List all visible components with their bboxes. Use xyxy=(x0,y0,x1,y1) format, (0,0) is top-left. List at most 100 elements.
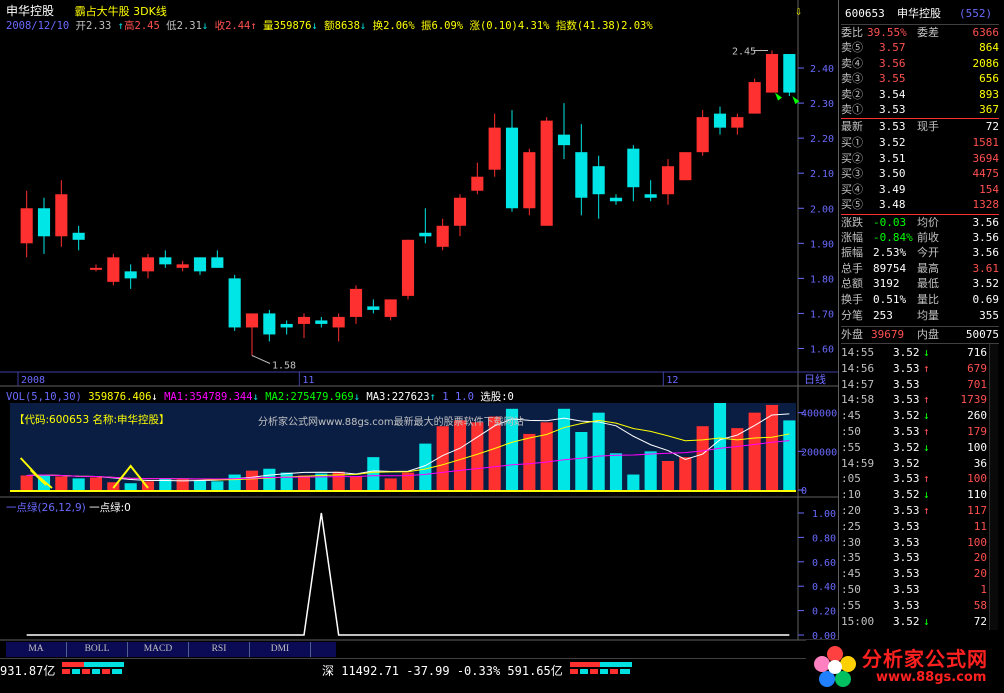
tick-row[interactable]: :50 3.53 ↑ 179 xyxy=(841,424,989,440)
price-tick-label: 2.20 xyxy=(810,134,834,145)
stat-label: 前收 xyxy=(917,230,939,244)
tick-row[interactable]: :45 3.52 ↓ 260 xyxy=(841,408,989,424)
tick-time: :20 xyxy=(841,504,861,517)
tab-boll[interactable]: BOLL xyxy=(67,642,128,657)
weibi-value: 39.55% xyxy=(867,26,907,39)
tick-row[interactable]: :55 3.52 ↓ 100 xyxy=(841,440,989,456)
tick-row[interactable]: :35 3.53 20 xyxy=(841,550,989,566)
volume-bar xyxy=(211,481,224,490)
buy-label: 买③ xyxy=(841,167,863,181)
stat-label: 分笔 xyxy=(841,308,863,322)
tick-row[interactable]: 15:00 3.52 ↓ 72 xyxy=(841,614,989,630)
tick-price: 3.53 xyxy=(893,535,920,549)
stock-name: 申华控股 xyxy=(6,4,55,18)
tick-row[interactable]: :25 3.53 11 xyxy=(841,519,989,535)
volume-bar xyxy=(575,432,588,490)
tick-row[interactable]: 14:57 3.53 701 xyxy=(841,377,989,393)
volume-banner-site: 分析家公式网www.88gs.com最新最大的股票软件下载网站 xyxy=(258,417,524,428)
sell-price: 3.56 xyxy=(879,56,906,70)
volume-bar xyxy=(297,475,311,490)
market-breadth-bar xyxy=(62,662,124,674)
volume-banner-code: 【代码:600653 名称:申华控股】 xyxy=(14,414,170,426)
tick-row[interactable]: 14:55 3.52 ↓ 716 xyxy=(841,345,989,361)
candle-body xyxy=(436,225,449,247)
sell-label: 卖③ xyxy=(841,72,863,86)
tick-direction: ↓ xyxy=(923,346,930,359)
candle-body xyxy=(505,127,519,209)
buy-price: 3.50 xyxy=(879,167,906,181)
tick-price: 3.53 xyxy=(893,425,920,438)
tick-volume: 716 xyxy=(967,346,987,359)
tick-direction: ↑ xyxy=(923,361,930,375)
stat-label: 最高 xyxy=(917,261,939,275)
tick-price: 3.53 xyxy=(893,361,920,375)
volume-bar xyxy=(89,477,103,490)
stat-value: 3.61 xyxy=(972,261,1000,275)
candle-body xyxy=(228,278,241,328)
x-tick-label: 11 xyxy=(302,375,314,386)
x-tick-label: 12 xyxy=(666,375,678,386)
tick-row[interactable]: :05 3.53 ↑ 100 xyxy=(841,471,989,487)
chart-canvas[interactable]: 2.45 1.58 2.40 2.30 2.20 2.10 2.00 1.90 1.80 1.7… xyxy=(0,0,838,658)
tick-time: 14:56 xyxy=(841,361,875,375)
buy-row: 买② 3.51 3694 xyxy=(841,151,999,167)
high-value: 2.45 xyxy=(134,20,160,32)
tick-time: 14:59 xyxy=(841,456,875,470)
indicator-tick-label: 0.80 xyxy=(812,533,836,544)
candle-body xyxy=(696,117,709,153)
candle-body xyxy=(297,316,311,324)
indicator-tick-label: 1.00 xyxy=(812,509,836,520)
stat-value: 0.51% xyxy=(873,293,907,306)
tab-macd[interactable]: MACD xyxy=(128,642,189,657)
waipan-value: 39679 xyxy=(871,328,905,341)
tick-time: 14:57 xyxy=(841,377,875,391)
candle-body xyxy=(783,54,796,93)
indicator-tick-label: 0.60 xyxy=(812,558,836,569)
tick-row[interactable]: 14:56 3.53 ↑ 679 xyxy=(841,361,989,377)
tab-ma[interactable]: MA xyxy=(6,642,67,657)
open-value: 2.33 xyxy=(86,20,112,32)
volume-tick-label: 200000 xyxy=(801,447,837,458)
chart-subtitle[interactable]: 霸占大牛股 3DK线 xyxy=(75,5,167,18)
x-tick-label: 2008 xyxy=(21,375,45,386)
tick-row[interactable]: :20 3.53 ↑ 117 xyxy=(841,503,989,519)
candle-body xyxy=(557,134,571,146)
download-arrow-icon[interactable]: ⇩ xyxy=(795,4,802,18)
logo-title: 分析家公式网 xyxy=(862,647,988,671)
tick-row[interactable]: :45 3.53 20 xyxy=(841,566,989,582)
tick-row[interactable]: :55 3.53 58 xyxy=(841,598,989,614)
tick-row[interactable]: 14:59 3.52 36 xyxy=(841,456,989,472)
tick-row[interactable]: :10 3.52 ↓ 110 xyxy=(841,487,989,503)
tick-row[interactable]: :30 3.53 100 xyxy=(841,535,989,551)
tick-time: 14:55 xyxy=(841,346,875,359)
tick-scrollbar[interactable] xyxy=(989,344,998,630)
low-marker-line xyxy=(251,355,271,364)
buy-row: 买⑤ 3.48 1328 xyxy=(841,197,999,213)
buy-row: 买③ 3.50 4475 xyxy=(841,166,999,182)
tick-time: :45 xyxy=(841,409,861,423)
candle-body xyxy=(176,264,189,268)
tick-time: 14:58 xyxy=(841,393,875,407)
candle-body xyxy=(107,257,120,282)
ma2-label: MA2:275479.969 xyxy=(265,391,354,403)
low-value: 2.31 xyxy=(176,20,202,32)
volume-bar xyxy=(627,474,640,490)
stat-label: 涨幅 xyxy=(841,230,863,244)
tick-volume: 117 xyxy=(967,504,987,517)
tick-volume: 100 xyxy=(967,535,987,549)
tick-volume: 260 xyxy=(967,409,987,423)
stat-label: 今开 xyxy=(917,246,939,260)
tick-direction: ↑ xyxy=(923,393,930,407)
period-label: 日线 xyxy=(804,372,826,386)
sell-row: 卖⑤ 3.57 864 xyxy=(841,40,999,56)
tab-dmi[interactable]: DMI xyxy=(250,642,311,657)
buy-row: 买④ 3.49 154 xyxy=(841,182,999,198)
tab-rsi[interactable]: RSI xyxy=(189,642,250,657)
outer-inner-row: 外盘 39679 内盘 50075 xyxy=(841,326,999,344)
buy-label: 买⑤ xyxy=(841,198,863,212)
sell-price: 3.55 xyxy=(879,72,906,86)
tick-row[interactable]: :50 3.53 1 xyxy=(841,582,989,598)
tick-row[interactable]: 14:58 3.53 ↑ 1739 xyxy=(841,392,989,408)
sell-price: 3.53 xyxy=(879,103,906,117)
tick-volume: 100 xyxy=(967,472,987,486)
